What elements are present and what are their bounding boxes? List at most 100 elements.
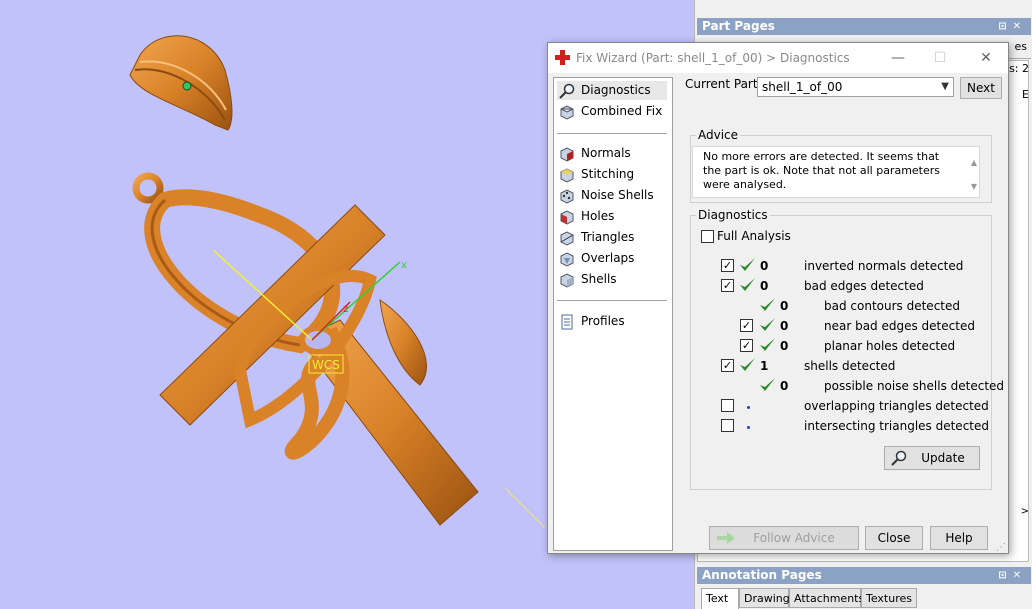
noise-shells-icon: [560, 189, 574, 204]
update-button[interactable]: Update: [884, 446, 980, 470]
annotation-pages-header: Annotation Pages ⊡✕: [697, 567, 1031, 584]
diag-count: 0: [780, 319, 789, 333]
diag-checkbox[interactable]: ✓: [721, 259, 734, 272]
diag-count: 0: [780, 299, 789, 313]
nav-item-triangles[interactable]: Triangles: [557, 228, 667, 247]
normals-icon: [560, 147, 574, 162]
triangles-icon: [560, 231, 574, 246]
close-icon[interactable]: ✕: [972, 47, 1000, 69]
dialog-titlebar[interactable]: Fix Wizard (Part: shell_1_of_00) > Diagn…: [548, 43, 1008, 73]
advice-textbox[interactable]: No more errors are detected. It seems th…: [692, 146, 980, 198]
follow-advice-label: Follow Advice: [753, 531, 835, 545]
diag-count: 0: [780, 379, 789, 393]
diag-checkbox[interactable]: ✓: [740, 339, 753, 352]
nav-item-shells[interactable]: Shells: [557, 270, 667, 289]
part-pages-title: Part Pages: [702, 19, 775, 33]
overlaps-icon: [560, 252, 574, 267]
nav-label-stitching: Stitching: [581, 167, 635, 181]
maximize-icon[interactable]: ☐: [926, 47, 954, 69]
tab-drawing[interactable]: Drawing: [739, 588, 790, 608]
minimize-icon[interactable]: —: [884, 47, 912, 69]
full-analysis-checkbox[interactable]: [701, 230, 714, 243]
dialog-title: Fix Wizard (Part: shell_1_of_00) > Diagn…: [576, 51, 850, 65]
red-cross-icon: [555, 50, 570, 65]
part-pages-tab-fragment[interactable]: es: [1015, 40, 1028, 53]
part-pages-header-buttons[interactable]: ⊡✕: [998, 18, 1027, 35]
follow-advice-button[interactable]: Follow Advice: [709, 526, 859, 550]
nav-item-stitching[interactable]: Stitching: [557, 165, 667, 184]
diag-count: 0: [760, 259, 769, 273]
nav-label-profiles: Profiles: [581, 314, 625, 328]
nav-item-holes[interactable]: Holes: [557, 207, 667, 226]
nav-label-diagnostics: Diagnostics: [581, 83, 651, 97]
current-part-select[interactable]: shell_1_of_00 ▼: [757, 77, 954, 97]
diag-checkbox[interactable]: ✓: [740, 319, 753, 332]
green-check-icon: [740, 258, 755, 271]
diag-label: near bad edges detected: [824, 319, 975, 333]
diag-count: 1: [760, 359, 769, 373]
nav-label-noise-shells: Noise Shells: [581, 188, 654, 202]
help-button[interactable]: Help: [930, 526, 988, 550]
nav-label-combined-fix: Combined Fix: [581, 104, 663, 118]
tab-attachments[interactable]: Attachments: [789, 588, 864, 608]
chevron-down-icon: ▼: [941, 81, 949, 92]
diag-count: 0: [760, 279, 769, 293]
tab-textures[interactable]: Textures: [861, 588, 917, 608]
nav-label-shells: Shells: [581, 272, 617, 286]
tab-text[interactable]: Text: [701, 588, 739, 609]
nav-separator: [557, 300, 667, 301]
nav-item-overlaps[interactable]: Overlaps: [557, 249, 667, 268]
diag-checkbox[interactable]: [721, 399, 734, 412]
nav-item-combined-fix[interactable]: Combined Fix: [557, 102, 667, 121]
stitching-icon: [560, 168, 574, 183]
diag-count: 0: [780, 339, 789, 353]
green-check-icon: [760, 378, 775, 391]
resize-grip-icon[interactable]: ⋰: [996, 542, 1006, 553]
next-button[interactable]: Next: [960, 77, 1002, 99]
fix-wizard-dialog: Fix Wizard (Part: shell_1_of_00) > Diagn…: [547, 42, 1009, 554]
annotation-pages-title: Annotation Pages: [702, 568, 822, 582]
nav-separator: [557, 133, 667, 134]
diag-label: possible noise shells detected: [824, 379, 1005, 393]
close-button[interactable]: Close: [865, 526, 923, 550]
advice-title: Advice: [696, 128, 741, 142]
nav-item-normals[interactable]: Normals: [557, 144, 667, 163]
shells-icon: [560, 273, 574, 288]
scroll-right-icon[interactable]: >: [1021, 506, 1029, 517]
annotation-pages-header-buttons[interactable]: ⊡✕: [998, 567, 1027, 584]
current-part-label: Current Part:: [685, 77, 762, 91]
green-check-icon: [740, 278, 755, 291]
green-check-icon: [760, 298, 775, 311]
green-check-icon: [760, 318, 775, 331]
magnifier-icon: [559, 83, 575, 99]
nav-item-noise-shells[interactable]: Noise Shells: [557, 186, 667, 205]
ankh-model: [132, 172, 479, 526]
pending-dot-icon: [747, 426, 750, 429]
combined-fix-icon: [560, 105, 574, 120]
axis-x-label: x: [401, 260, 407, 271]
advice-text: No more errors are detected. It seems th…: [703, 150, 941, 191]
diag-checkbox[interactable]: ✓: [721, 359, 734, 372]
axis-z-label: z: [343, 304, 348, 315]
diag-label: intersecting triangles detected: [804, 419, 989, 433]
part-pages-shells-fragment: s: 2: [1009, 62, 1029, 75]
holes-icon: [560, 210, 574, 225]
diag-label: inverted normals detected: [804, 259, 964, 273]
diag-label: bad contours detected: [824, 299, 960, 313]
diag-label: bad edges detected: [804, 279, 924, 293]
part-pages-side-fragment: E: [1022, 88, 1029, 101]
nav-item-profiles[interactable]: Profiles: [557, 312, 667, 331]
diag-label: overlapping triangles detected: [804, 399, 989, 413]
magnifier-icon: [891, 450, 907, 466]
nav-label-holes: Holes: [581, 209, 615, 223]
advice-scrollbar[interactable]: ▲ ▼: [971, 151, 977, 199]
nav-item-diagnostics[interactable]: Diagnostics: [557, 81, 667, 100]
diag-checkbox[interactable]: ✓: [721, 279, 734, 292]
green-check-icon: [740, 358, 755, 371]
wizard-nav: Diagnostics Combined Fix Normals Stitchi…: [553, 77, 673, 551]
bail-model: [129, 35, 233, 131]
diag-checkbox[interactable]: [721, 419, 734, 432]
full-analysis-label: Full Analysis: [717, 229, 791, 243]
part-pages-header: Part Pages ⊡✕: [697, 18, 1031, 35]
diagnostics-title: Diagnostics: [696, 208, 770, 222]
